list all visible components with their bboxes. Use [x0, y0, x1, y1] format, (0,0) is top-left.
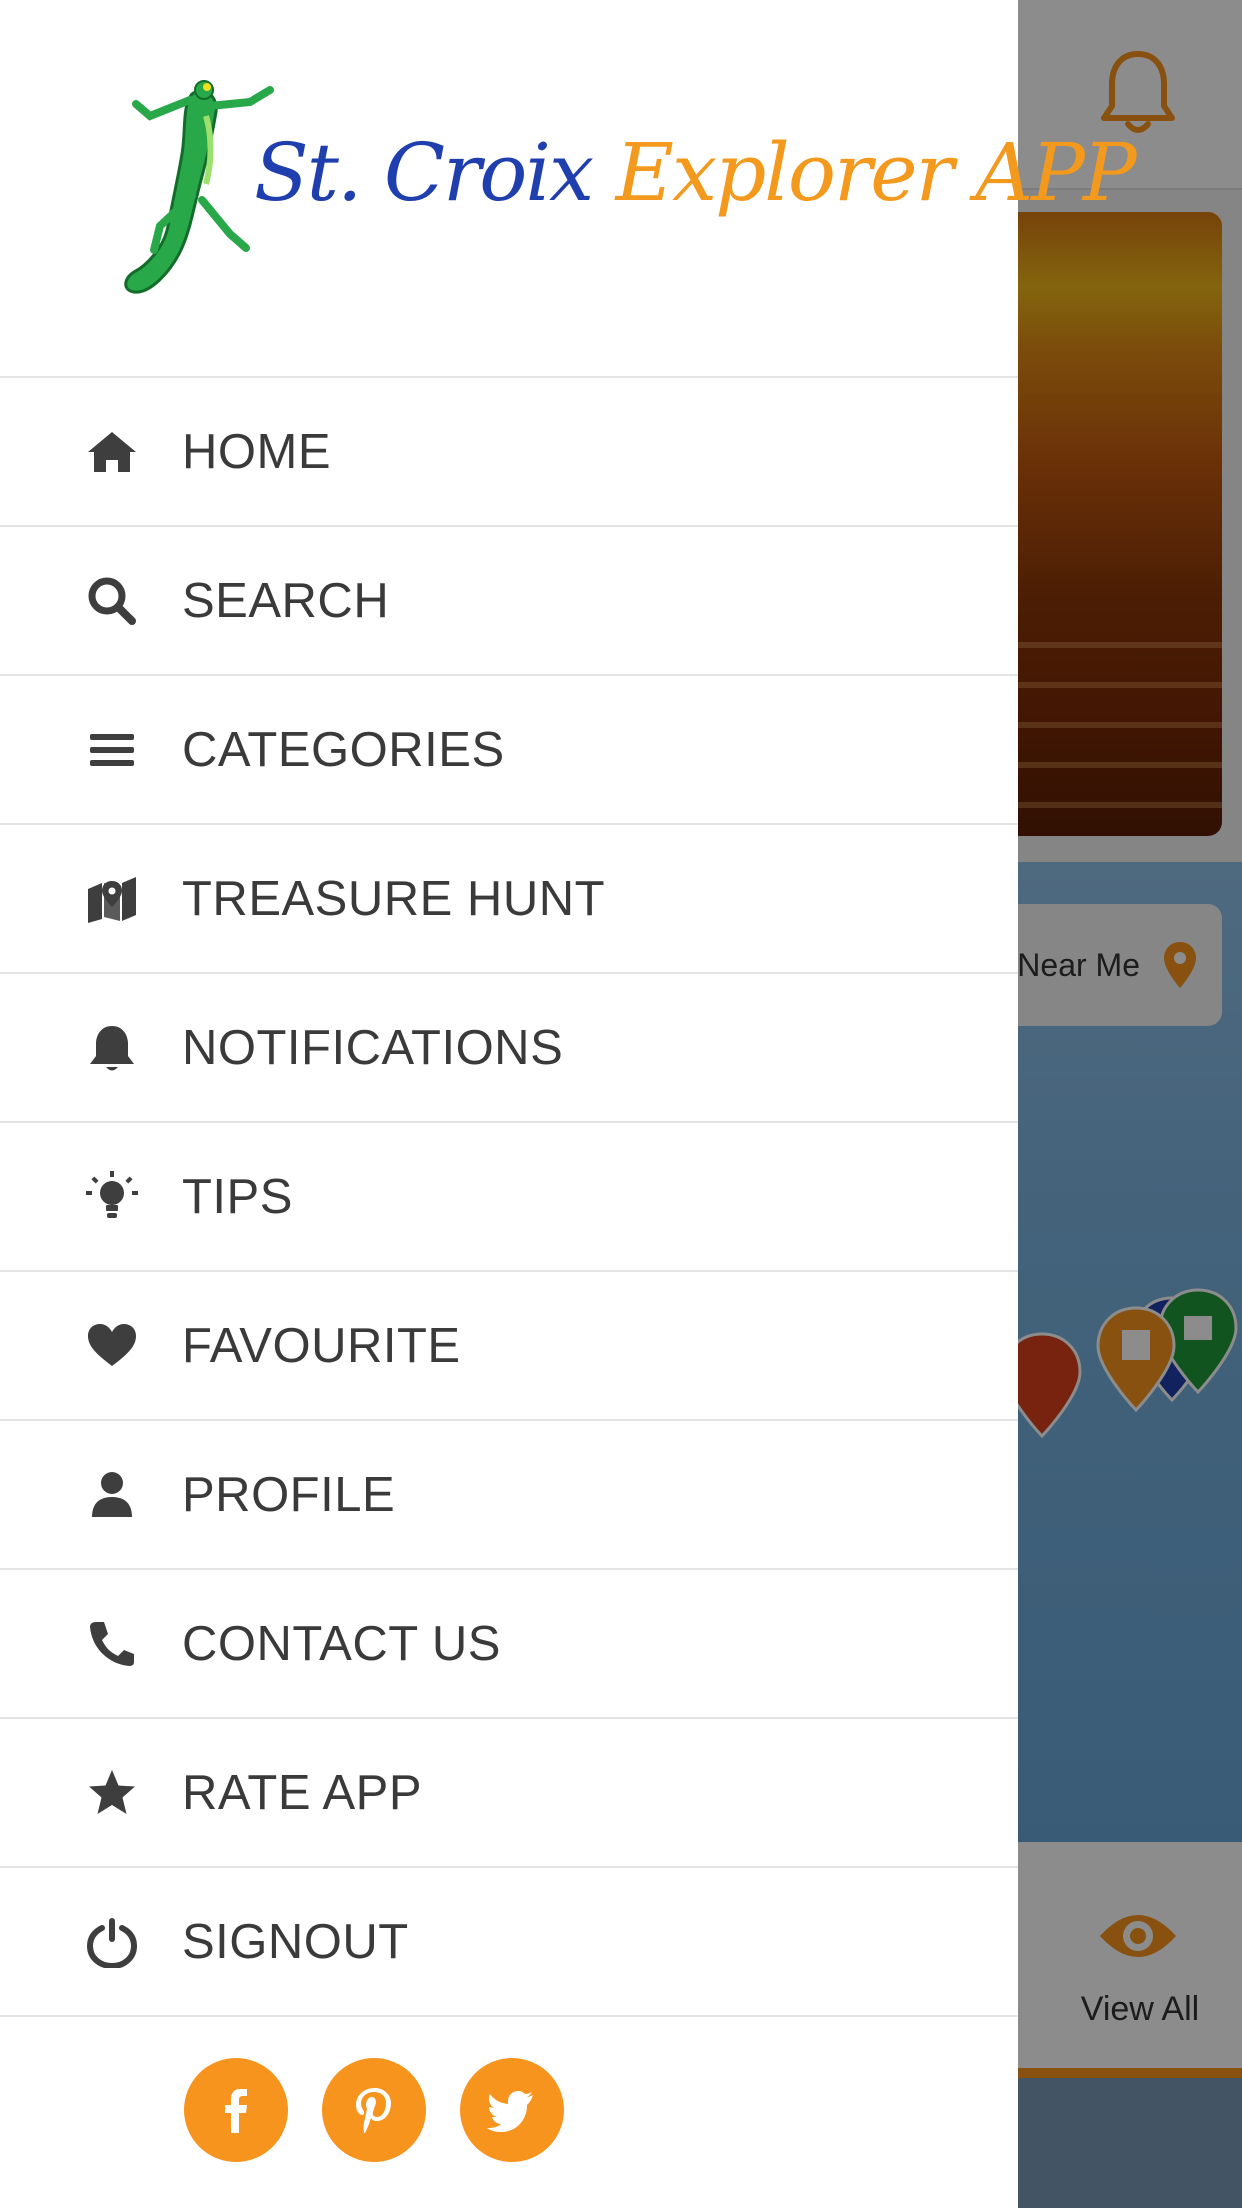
bell-icon — [84, 1020, 140, 1076]
home-icon — [84, 424, 140, 480]
menu-item-profile[interactable]: PROFILE — [0, 1421, 1018, 1570]
heart-icon — [84, 1318, 140, 1374]
logo-title-part2: Explorer APP — [615, 126, 1137, 219]
phone-icon — [84, 1616, 140, 1672]
menu-item-contact-us[interactable]: CONTACT US — [0, 1570, 1018, 1719]
menu-item-treasure-hunt[interactable]: TREASURE HUNT — [0, 825, 1018, 974]
map-marker-icon — [84, 871, 140, 927]
menu-label-notifications: NOTIFICATIONS — [182, 1020, 564, 1075]
menu-label-categories: CATEGORIES — [182, 722, 505, 777]
menu-label-tips: TIPS — [182, 1169, 293, 1224]
user-icon — [84, 1467, 140, 1523]
menu-item-search[interactable]: SEARCH — [0, 527, 1018, 676]
menu-label-home: HOME — [182, 424, 331, 479]
power-icon — [84, 1914, 140, 1970]
lightbulb-icon — [84, 1169, 140, 1225]
facebook-icon — [225, 2089, 247, 2133]
twitter-button[interactable] — [460, 2058, 564, 2162]
list-icon — [84, 722, 140, 778]
search-icon — [84, 573, 140, 629]
pinterest-button[interactable] — [322, 2058, 426, 2162]
menu-item-categories[interactable]: CATEGORIES — [0, 676, 1018, 825]
app-logo: St. Croix Explorer APP — [0, 0, 1137, 378]
app-logo-text: St. Croix Explorer APP — [254, 126, 1137, 219]
menu-label-rate-app: RATE APP — [182, 1765, 423, 1820]
menu-item-notifications[interactable]: NOTIFICATIONS — [0, 974, 1018, 1123]
menu-label-search: SEARCH — [182, 573, 390, 628]
social-links — [184, 2058, 564, 2162]
pinterest-icon — [356, 2088, 391, 2133]
star-icon — [84, 1765, 140, 1821]
menu-item-signout[interactable]: SIGNOUT — [0, 1868, 1018, 2017]
menu-item-rate-app[interactable]: RATE APP — [0, 1719, 1018, 1868]
drawer-menu: HOME SEARCH CATEGORIES TREASURE HUNT NOT — [0, 378, 1018, 2017]
facebook-button[interactable] — [184, 2058, 288, 2162]
menu-item-favourite[interactable]: FAVOURITE — [0, 1272, 1018, 1421]
menu-label-treasure-hunt: TREASURE HUNT — [182, 871, 606, 926]
menu-label-profile: PROFILE — [182, 1467, 396, 1522]
navigation-drawer: St. Croix Explorer APP HOME SEARCH CATEG… — [0, 0, 1137, 2208]
logo-title-part1: St. Croix — [254, 126, 594, 219]
menu-label-favourite: FAVOURITE — [182, 1318, 461, 1373]
menu-label-signout: SIGNOUT — [182, 1914, 409, 1969]
menu-item-tips[interactable]: TIPS — [0, 1123, 1018, 1272]
menu-item-home[interactable]: HOME — [0, 378, 1018, 527]
menu-label-contact-us: CONTACT US — [182, 1616, 501, 1671]
twitter-icon — [487, 2091, 533, 2132]
